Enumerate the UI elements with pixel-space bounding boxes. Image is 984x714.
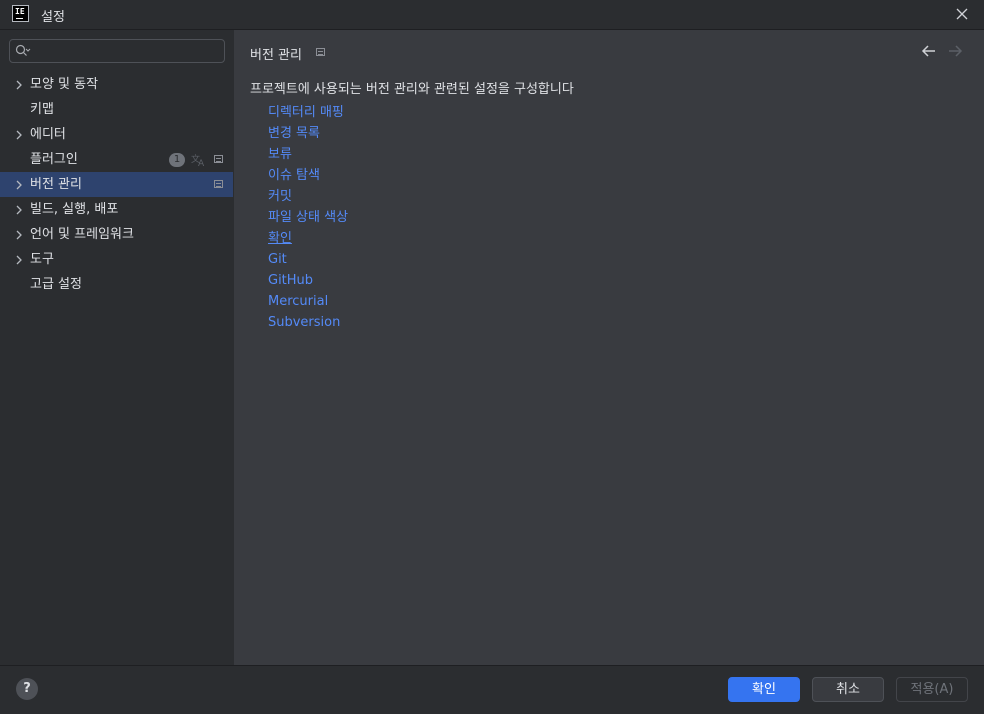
- title-bar: IE 설정: [0, 0, 984, 30]
- ok-button[interactable]: 확인: [728, 677, 800, 702]
- sidebar-item-languages[interactable]: 언어 및 프레임워크: [0, 222, 233, 247]
- subpage-links: 디렉터리 매핑 변경 목록 보류 이슈 탐색 커밋 파일 상태 색상 확인 Gi…: [268, 102, 348, 333]
- apply-button[interactable]: 적용(A): [896, 677, 968, 702]
- link-commit[interactable]: 커밋: [268, 186, 348, 207]
- sidebar-item-label: 버전 관리: [30, 177, 82, 192]
- sidebar-item-label: 플러그인: [30, 152, 78, 167]
- link-issue-navigation[interactable]: 이슈 탐색: [268, 165, 348, 186]
- search-field[interactable]: [9, 39, 225, 63]
- page-title: 버전 관리: [250, 48, 302, 63]
- svg-text:A: A: [198, 159, 205, 167]
- link-git[interactable]: Git: [268, 249, 348, 270]
- link-mercurial[interactable]: Mercurial: [268, 291, 348, 312]
- settings-sidebar: 모양 및 동작 키맵 에디터 플러그인 1 文A 버전 관리 빌드, 실행, 배…: [0, 30, 233, 665]
- page-description: 프로젝트에 사용되는 버전 관리와 관련된 설정을 구성합니다: [250, 82, 574, 97]
- search-icon: [15, 44, 31, 58]
- close-icon[interactable]: [954, 6, 970, 22]
- link-file-status-colors[interactable]: 파일 상태 색상: [268, 207, 348, 228]
- project-level-icon: [214, 180, 223, 188]
- sidebar-item-appearance[interactable]: 모양 및 동작: [0, 72, 233, 97]
- cancel-button[interactable]: 취소: [812, 677, 884, 702]
- forward-arrow-icon[interactable]: [946, 42, 964, 60]
- sidebar-item-version-control[interactable]: 버전 관리: [0, 172, 233, 197]
- sidebar-item-tools[interactable]: 도구: [0, 247, 233, 272]
- chevron-right-icon[interactable]: [13, 172, 25, 197]
- sidebar-item-label: 모양 및 동작: [30, 77, 99, 92]
- settings-content: 버전 관리 프로젝트에 사용되는 버전 관리와 관련된 설정을 구성합니다 디렉…: [234, 30, 984, 665]
- translate-icon: 文A: [191, 152, 207, 169]
- link-confirmation[interactable]: 확인: [268, 228, 348, 249]
- project-level-icon: [214, 155, 223, 163]
- chevron-right-icon[interactable]: [13, 197, 25, 222]
- update-count-badge: 1: [169, 153, 185, 167]
- sidebar-item-label: 고급 설정: [30, 277, 82, 292]
- sidebar-item-editor[interactable]: 에디터: [0, 122, 233, 147]
- app-icon: IE: [12, 5, 29, 22]
- link-subversion[interactable]: Subversion: [268, 312, 348, 333]
- project-level-icon: [316, 48, 325, 56]
- sidebar-item-plugins[interactable]: 플러그인 1 文A: [0, 147, 233, 172]
- sidebar-item-label: 도구: [30, 252, 54, 267]
- window-title: 설정: [41, 10, 65, 25]
- link-shelf[interactable]: 보류: [268, 144, 348, 165]
- chevron-right-icon[interactable]: [13, 122, 25, 147]
- chevron-right-icon[interactable]: [13, 222, 25, 247]
- search-input[interactable]: [34, 42, 222, 62]
- settings-tree: 모양 및 동작 키맵 에디터 플러그인 1 文A 버전 관리 빌드, 실행, 배…: [0, 72, 233, 297]
- sidebar-item-label: 키맵: [30, 102, 54, 117]
- sidebar-item-advanced[interactable]: 고급 설정: [0, 272, 233, 297]
- dialog-footer: ? 확인 취소 적용(A): [0, 665, 984, 714]
- chevron-right-icon[interactable]: [13, 247, 25, 272]
- back-arrow-icon[interactable]: [920, 42, 938, 60]
- link-changelists[interactable]: 변경 목록: [268, 123, 348, 144]
- sidebar-item-build[interactable]: 빌드, 실행, 배포: [0, 197, 233, 222]
- sidebar-item-label: 에디터: [30, 127, 66, 142]
- sidebar-item-label: 빌드, 실행, 배포: [30, 202, 119, 217]
- link-github[interactable]: GitHub: [268, 270, 348, 291]
- chevron-right-icon[interactable]: [13, 72, 25, 97]
- sidebar-item-keymap[interactable]: 키맵: [0, 97, 233, 122]
- help-button[interactable]: ?: [16, 678, 38, 700]
- link-directory-mappings[interactable]: 디렉터리 매핑: [268, 102, 348, 123]
- sidebar-item-label: 언어 및 프레임워크: [30, 227, 134, 242]
